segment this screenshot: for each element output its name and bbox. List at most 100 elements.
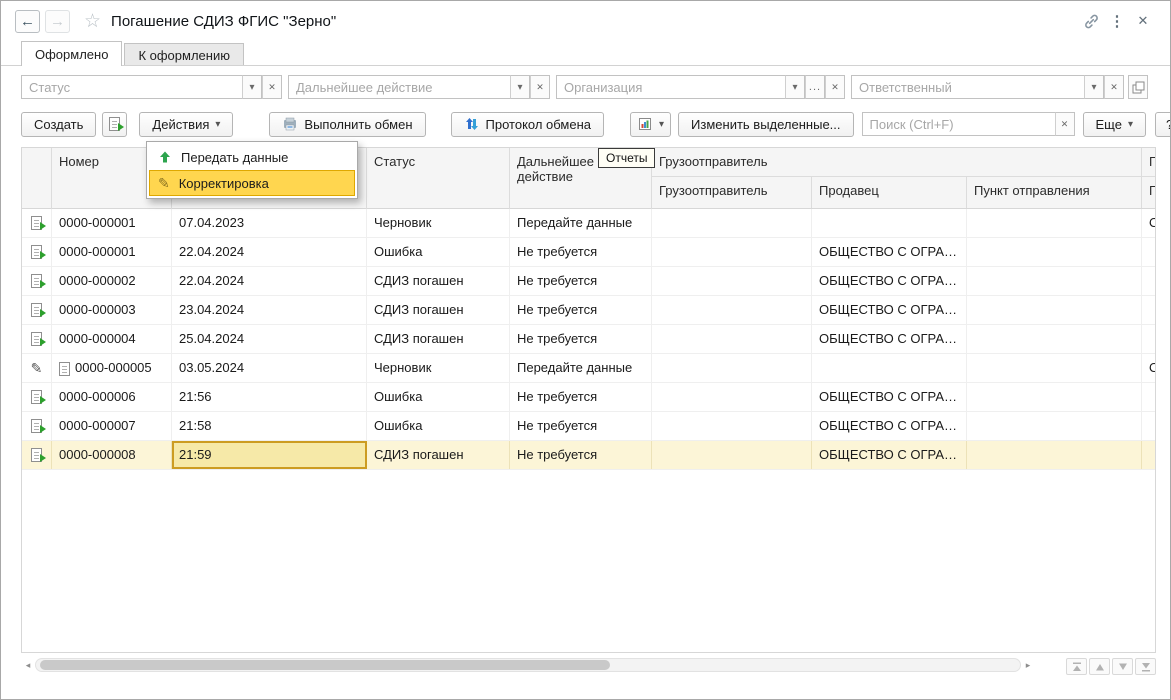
cell-status[interactable]: Ошибка xyxy=(367,383,510,411)
page-up-button[interactable] xyxy=(1089,658,1110,675)
cell-consignee[interactable] xyxy=(1142,383,1155,411)
cell-shipper[interactable] xyxy=(652,412,812,440)
cell-date[interactable]: 03.05.2024 xyxy=(172,354,367,382)
cell-date[interactable]: 21:58 xyxy=(172,412,367,440)
reports-button[interactable]: ▾ xyxy=(630,111,672,137)
cell-next-action[interactable]: Не требуется xyxy=(510,441,652,469)
cell-seller[interactable]: ОБЩЕСТВО С ОГРА… xyxy=(812,238,967,266)
run-exchange-button[interactable]: Выполнить обмен xyxy=(269,111,426,137)
cell-shipper[interactable] xyxy=(652,296,812,324)
cell-seller[interactable] xyxy=(812,354,967,382)
cell-next-action[interactable]: Не требуется xyxy=(510,383,652,411)
back-button[interactable]: ← xyxy=(15,9,40,33)
cell-consignee[interactable] xyxy=(1142,267,1155,295)
cell-number[interactable]: 0000-000007 xyxy=(52,412,172,440)
search-clear-button[interactable]: ✕ xyxy=(1054,112,1075,136)
next-action-clear-button[interactable]: ✕ xyxy=(530,75,550,99)
organization-clear-button[interactable]: ✕ xyxy=(825,75,845,99)
cell-departure[interactable] xyxy=(967,383,1142,411)
cell-number[interactable]: 0000-000005 xyxy=(52,354,172,382)
cell-next-action[interactable]: Не требуется xyxy=(510,238,652,266)
exchange-protocol-button[interactable]: Протокол обмена xyxy=(450,111,605,137)
table-row-selected[interactable]: 0000-000008 21:59 СДИЗ погашен Не требуе… xyxy=(22,441,1155,470)
cell-status[interactable]: СДИЗ погашен xyxy=(367,325,510,353)
cell-consignee[interactable]: ОБ xyxy=(1142,354,1155,382)
cell-consignee[interactable] xyxy=(1142,441,1155,469)
table-row[interactable]: 0000-000001 07.04.2023 Черновик Передайт… xyxy=(22,209,1155,238)
search-input[interactable] xyxy=(861,112,1055,136)
cell-consignee[interactable] xyxy=(1142,296,1155,324)
cell-date[interactable]: 22.04.2024 xyxy=(172,238,367,266)
cell-next-action[interactable]: Не требуется xyxy=(510,325,652,353)
column-header-departure[interactable]: Пункт отправления xyxy=(967,177,1142,208)
cell-status[interactable]: Черновик xyxy=(367,209,510,237)
cell-departure[interactable] xyxy=(967,296,1142,324)
help-button[interactable]: ? xyxy=(1155,111,1170,137)
group-header-shipper[interactable]: Грузоотправитель xyxy=(652,148,1142,177)
cell-shipper[interactable] xyxy=(652,238,812,266)
more-button[interactable]: Еще ▾ xyxy=(1082,111,1146,137)
organization-filter-input[interactable] xyxy=(556,75,785,99)
cell-consignee[interactable]: ОБ xyxy=(1142,209,1155,237)
cell-consignee[interactable] xyxy=(1142,238,1155,266)
group-header-consignee[interactable]: Гр xyxy=(1142,148,1155,177)
cell-next-action[interactable]: Передайте данные xyxy=(510,354,652,382)
scroll-left-button[interactable]: ◂ xyxy=(21,657,35,673)
cell-shipper[interactable] xyxy=(652,441,812,469)
cell-date[interactable]: 07.04.2023 xyxy=(172,209,367,237)
scrollbar-track[interactable] xyxy=(35,658,1021,672)
edit-selected-button[interactable]: Изменить выделенные... xyxy=(678,111,854,137)
column-header-status[interactable]: Статус xyxy=(367,148,510,209)
responsible-dropdown-button[interactable]: ▾ xyxy=(1084,75,1104,99)
menu-item-transfer-data[interactable]: Передать данные xyxy=(149,144,355,170)
cell-departure[interactable] xyxy=(967,354,1142,382)
cell-departure[interactable] xyxy=(967,441,1142,469)
organization-dropdown-button[interactable]: ▾ xyxy=(785,75,805,99)
open-in-new-window-button[interactable] xyxy=(1128,75,1148,99)
column-header-seller[interactable]: Продавец xyxy=(812,177,967,208)
cell-status[interactable]: Ошибка xyxy=(367,412,510,440)
cell-status[interactable]: СДИЗ погашен xyxy=(367,441,510,469)
table-row[interactable]: 0000-000006 21:56 Ошибка Не требуется ОБ… xyxy=(22,383,1155,412)
table-row[interactable]: 0000-000007 21:58 Ошибка Не требуется ОБ… xyxy=(22,412,1155,441)
cell-number[interactable]: 0000-000001 xyxy=(52,238,172,266)
go-to-top-button[interactable] xyxy=(1066,658,1087,675)
cell-next-action[interactable]: Не требуется xyxy=(510,412,652,440)
column-header-consignee[interactable]: Гр xyxy=(1142,177,1155,208)
cell-departure[interactable] xyxy=(967,412,1142,440)
table-row[interactable]: 0000-000003 23.04.2024 СДИЗ погашен Не т… xyxy=(22,296,1155,325)
cell-departure[interactable] xyxy=(967,267,1142,295)
cell-status[interactable]: Ошибка xyxy=(367,238,510,266)
cell-status[interactable]: Черновик xyxy=(367,354,510,382)
cell-seller[interactable] xyxy=(812,209,967,237)
cell-date[interactable]: 22.04.2024 xyxy=(172,267,367,295)
table-row[interactable]: 0000-000001 22.04.2024 Ошибка Не требует… xyxy=(22,238,1155,267)
cell-seller[interactable]: ОБЩЕСТВО С ОГРА… xyxy=(812,441,967,469)
status-filter-input[interactable] xyxy=(21,75,242,99)
page-down-button[interactable] xyxy=(1112,658,1133,675)
cell-seller[interactable]: ОБЩЕСТВО С ОГРА… xyxy=(812,267,967,295)
cell-number[interactable]: 0000-000008 xyxy=(52,441,172,469)
cell-consignee[interactable] xyxy=(1142,412,1155,440)
cell-shipper[interactable] xyxy=(652,267,812,295)
scroll-right-button[interactable]: ▸ xyxy=(1021,657,1035,673)
go-to-bottom-button[interactable] xyxy=(1135,658,1156,675)
actions-button[interactable]: Действия ▾ xyxy=(139,111,234,137)
cell-number[interactable]: 0000-000001 xyxy=(52,209,172,237)
horizontal-scrollbar[interactable]: ◂ ▸ xyxy=(21,657,1035,673)
responsible-filter-input[interactable] xyxy=(851,75,1084,99)
cell-next-action[interactable]: Не требуется xyxy=(510,267,652,295)
create-button[interactable]: Создать xyxy=(21,111,97,137)
organization-choose-button[interactable]: ... xyxy=(805,75,825,99)
table-row[interactable]: 0000-000002 22.04.2024 СДИЗ погашен Не т… xyxy=(22,267,1155,296)
cell-number[interactable]: 0000-000004 xyxy=(52,325,172,353)
window-menu-button[interactable]: ⋮ xyxy=(1104,9,1130,33)
create-copy-button[interactable] xyxy=(102,111,128,137)
cell-number[interactable]: 0000-000006 xyxy=(52,383,172,411)
cell-date[interactable]: 21:56 xyxy=(172,383,367,411)
table-row[interactable]: ✎ 0000-000005 03.05.2024 Черновик Переда… xyxy=(22,354,1155,383)
status-dropdown-button[interactable]: ▾ xyxy=(242,75,262,99)
next-action-filter-input[interactable] xyxy=(288,75,510,99)
tab-oformleno[interactable]: Оформлено xyxy=(21,41,123,66)
cell-status[interactable]: СДИЗ погашен xyxy=(367,296,510,324)
